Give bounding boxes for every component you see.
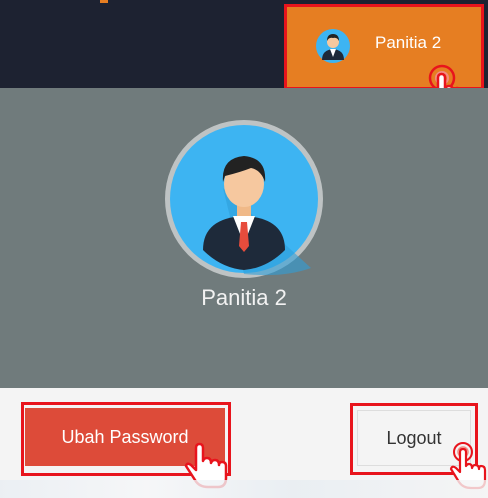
user-avatar-icon [316, 29, 350, 63]
user-dropdown-header: Panitia 2 [0, 88, 488, 388]
user-avatar-icon [165, 120, 323, 278]
user-menu-label: Panitia 2 [375, 33, 442, 52]
nav-accent-mark [100, 0, 108, 3]
background-strip [0, 480, 488, 498]
dropdown-user-name: Panitia 2 [201, 285, 287, 310]
